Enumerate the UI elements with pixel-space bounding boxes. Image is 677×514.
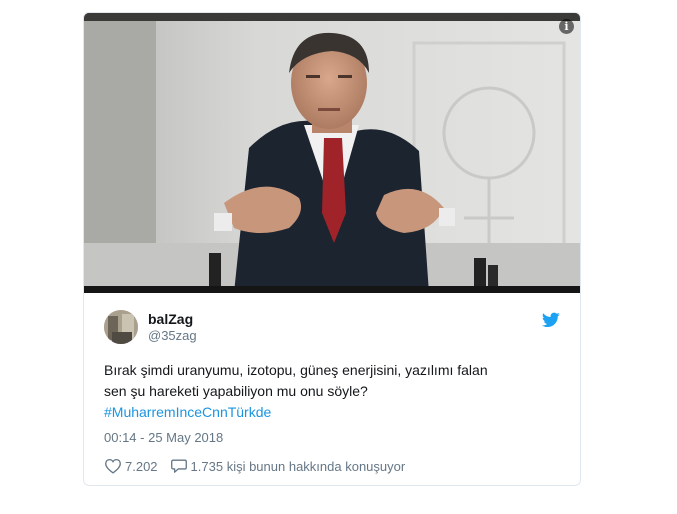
author[interactable]: balZag @35zag [104, 307, 560, 347]
tweet-body: balZag @35zag Bırak şimdi uranyumu, izot… [84, 293, 580, 474]
hashtag-link[interactable]: #MuharremInceCnnTürkde [104, 402, 554, 423]
tweet-text: Bırak şimdi uranyumu, izotopu, güneş ene… [104, 360, 554, 423]
twitter-bird-icon[interactable] [542, 312, 560, 328]
speaker-photo [84, 13, 580, 293]
speech-bubble-icon [170, 459, 187, 473]
like-action[interactable]: 7.202 [104, 458, 158, 474]
reply-conversation-text: 1.735 kişi bunun hakkında konuşuyor [190, 458, 406, 474]
like-count: 7.202 [125, 458, 158, 474]
author-display-name[interactable]: balZag [148, 310, 197, 328]
info-icon[interactable]: i [559, 19, 574, 34]
tweet-card[interactable]: i balZag @35zag Bırak şimdi uranyumu, iz… [83, 12, 581, 486]
tweet-actions: 7.202 1.735 kişi bunun hakkında konuşuyo… [104, 458, 560, 474]
heart-icon [105, 458, 121, 474]
media-bottom-bar [84, 286, 580, 293]
tweet-timestamp[interactable]: 00:14 - 25 May 2018 [104, 430, 560, 445]
tweet-media[interactable]: i [84, 13, 580, 293]
tweet-text-line-2: sen şu hareketi yapabiliyon mu onu söyle… [104, 383, 368, 399]
author-names: balZag @35zag [148, 310, 197, 344]
tweet-text-line-1: Bırak şimdi uranyumu, izotopu, güneş ene… [104, 362, 488, 378]
author-handle[interactable]: @35zag [148, 328, 197, 344]
avatar[interactable] [104, 310, 138, 344]
reply-action[interactable]: 1.735 kişi bunun hakkında konuşuyor [170, 458, 406, 474]
